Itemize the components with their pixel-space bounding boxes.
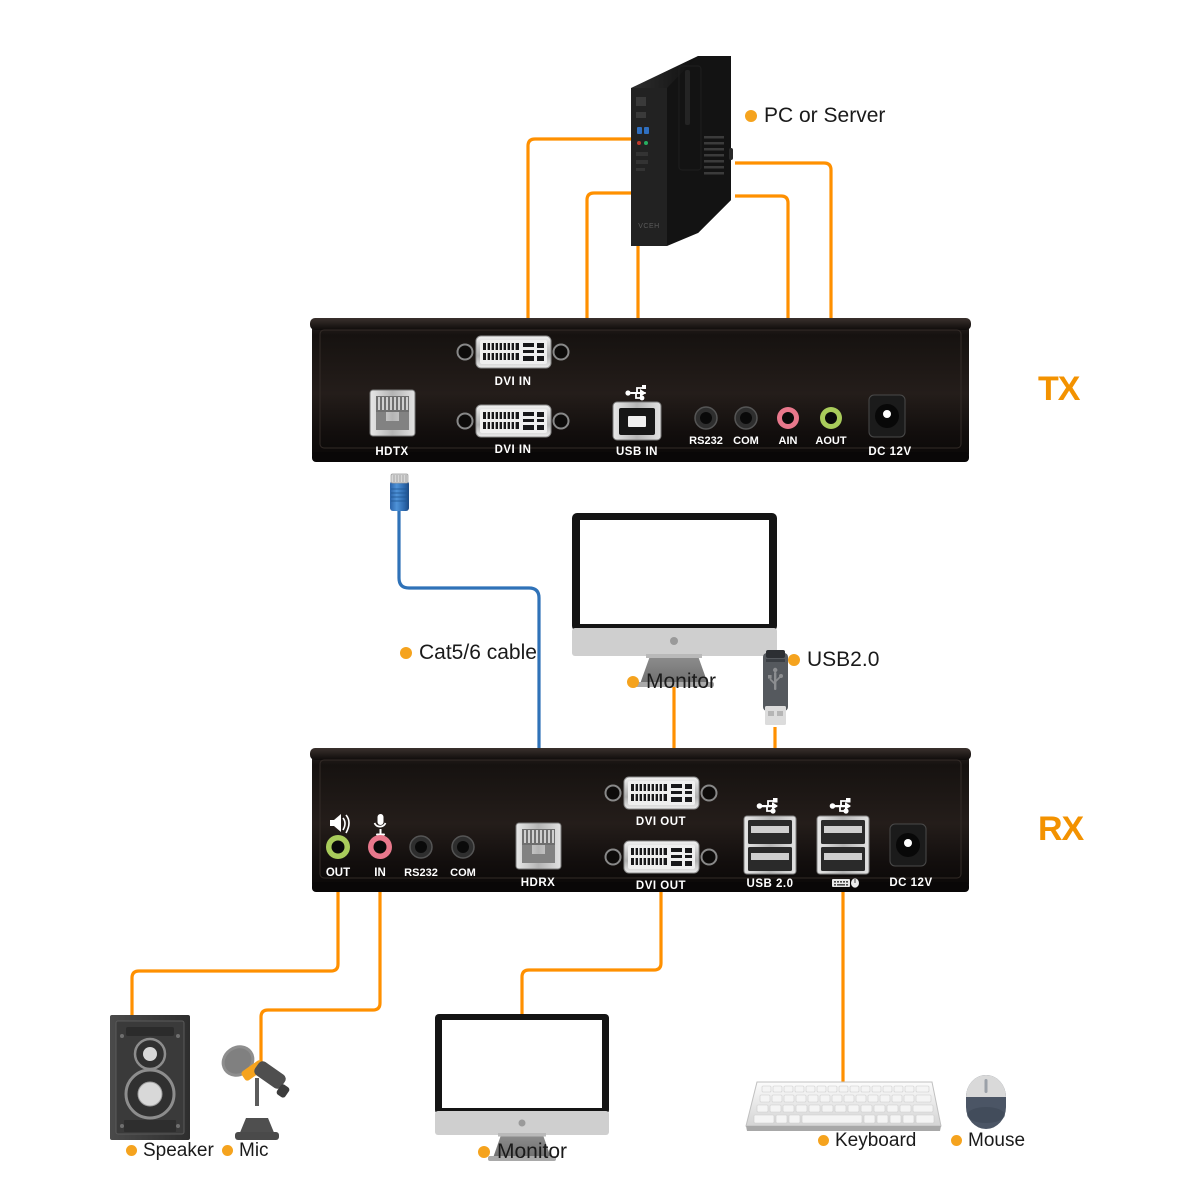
callout-bullet-icon [818, 1135, 829, 1146]
callout-cat5-6-cable: Cat5/6 cable [400, 642, 537, 663]
callout-speaker: Speaker [126, 1141, 214, 1160]
callout-monitor-rx: Monitor [478, 1141, 567, 1162]
callout-monitor-tx: Monitor [627, 671, 716, 692]
callout-mic: Mic [222, 1141, 269, 1160]
tx-unit-tag: TX [1038, 370, 1080, 408]
callout-keyboard: Keyboard [818, 1131, 916, 1150]
callout-label: PC or Server [764, 104, 886, 127]
callout-label: Keyboard [835, 1130, 917, 1151]
callout-label: Mouse [968, 1130, 1026, 1151]
callout-mouse: Mouse [951, 1131, 1025, 1150]
callout-label: USB2.0 [807, 648, 880, 671]
callout-bullet-icon [400, 646, 412, 659]
callout-bullet-icon [627, 675, 639, 688]
callout-bullet-icon [951, 1135, 962, 1146]
callout-label: Speaker [143, 1140, 214, 1161]
callout-bullet-icon [478, 1145, 490, 1158]
callout-label: Mic [239, 1140, 269, 1161]
callout-label: Monitor [497, 1140, 568, 1163]
callout-bullet-icon [222, 1145, 233, 1156]
callout-bullet-icon [788, 653, 800, 666]
callout-label: Monitor [646, 670, 717, 693]
callout-label: Cat5/6 cable [419, 641, 537, 664]
diagram-canvas: VCEH HDTX DVI IN DVI IN USB IN RS232 COM… [0, 0, 1200, 1200]
callout-usb20: USB2.0 [788, 649, 879, 670]
rx-unit-tag: RX [1038, 810, 1084, 848]
callout-pc-or-server: PC or Server [745, 105, 885, 126]
callout-layer: PC or Server Cat5/6 cable Monitor USB2.0… [0, 0, 1200, 1200]
callout-bullet-icon [126, 1145, 137, 1156]
callout-bullet-icon [745, 109, 757, 122]
